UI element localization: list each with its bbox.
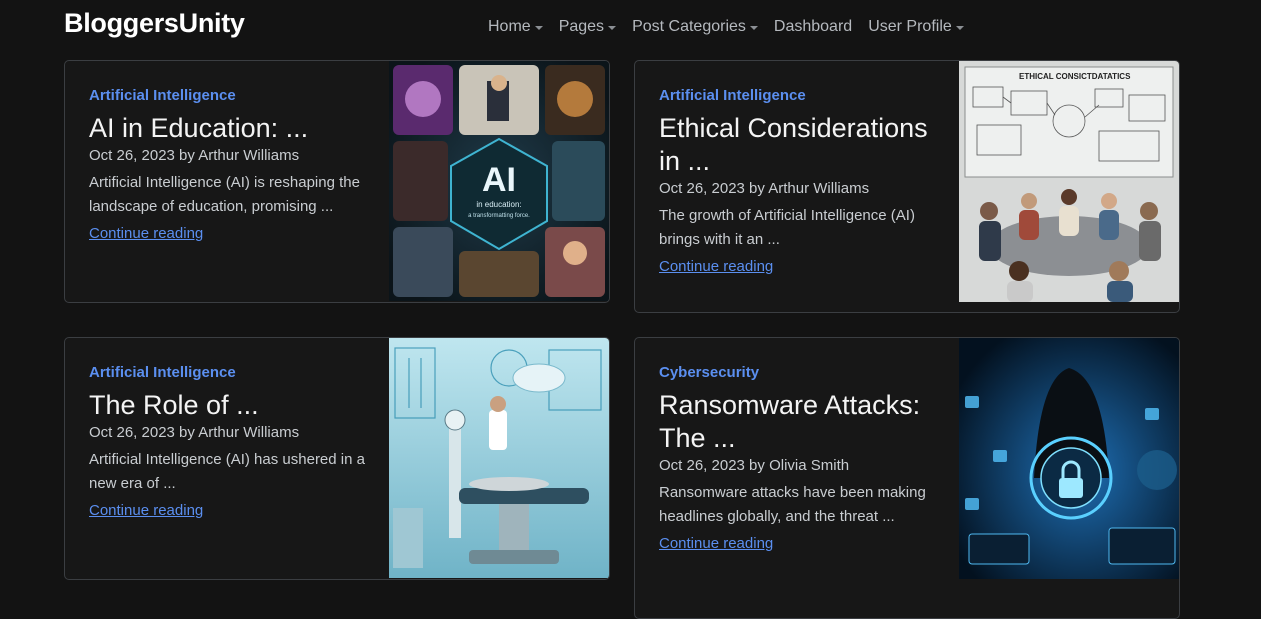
site-brand[interactable]: BloggersUnity [64,8,245,39]
continue-reading-link[interactable]: Continue reading [89,225,203,242]
post-title[interactable]: Ransomware Attacks: The ... [659,389,939,455]
main-nav: Home Pages Post Categories Dashboard Use… [480,16,972,38]
nav-pages-label: Pages [558,18,605,35]
post-excerpt: Ransomware attacks have been making head… [659,484,926,525]
post-category[interactable]: Artificial Intelligence [89,364,369,381]
nav-dashboard-label: Dashboard [773,18,853,35]
post-card-ai-education: Artificial Intelligence AI in Education:… [64,60,610,303]
post-card-ransomware: Cybersecurity Ransomware Attacks: The ..… [634,337,1180,619]
post-thumbnail[interactable] [959,338,1179,579]
post-thumbnail[interactable] [389,338,609,578]
post-title[interactable]: Ethical Considerations in ... [659,112,939,178]
image-subtitle-text: in education: [476,200,521,209]
chevron-down-icon [608,26,617,30]
continue-reading-link[interactable]: Continue reading [659,258,773,275]
nav-post-categories-label: Post Categories [632,18,746,35]
post-category[interactable]: Cybersecurity [659,364,939,381]
post-card-ethical-considerations: Artificial Intelligence Ethical Consider… [634,60,1180,313]
post-excerpt: The growth of Artificial Intelligence (A… [659,207,915,248]
nav-user-profile-label: User Profile [868,18,952,35]
post-meta: Oct 26, 2023 by Arthur Williams [89,424,300,441]
image-ai-text: AI [482,161,516,199]
nav-home-label: Home [488,18,531,35]
post-category[interactable]: Artificial Intelligence [89,87,369,104]
nav-post-categories[interactable]: Post Categories [624,16,766,38]
post-excerpt: Artificial Intelligence (AI) is reshapin… [89,174,360,215]
post-thumbnail[interactable]: AI in education: a transformatting force… [389,61,609,301]
image-board-text: ETHICAL CONSICTDATATICS [1019,72,1131,81]
continue-reading-link[interactable]: Continue reading [89,502,203,519]
nav-dashboard[interactable]: Dashboard [766,16,860,38]
post-category[interactable]: Artificial Intelligence [659,87,939,104]
post-title[interactable]: AI in Education: ... [89,112,369,145]
nav-home[interactable]: Home [480,16,551,38]
nav-user-profile[interactable]: User Profile [860,16,972,38]
image-tagline-text: a transformatting force. [468,213,530,219]
chevron-down-icon [534,26,543,30]
post-meta: Oct 26, 2023 by Arthur Williams [89,147,300,164]
post-meta: Oct 26, 2023 by Arthur Williams [659,180,870,197]
post-excerpt: Artificial Intelligence (AI) has ushered… [89,451,365,492]
continue-reading-link[interactable]: Continue reading [659,535,773,552]
post-thumbnail[interactable]: ETHICAL CONSICTDATATICS [959,61,1179,302]
post-card-role-of-ai: Artificial Intelligence The Role of ... … [64,337,610,580]
chevron-down-icon [749,26,758,30]
post-meta: Oct 26, 2023 by Olivia Smith [659,457,850,474]
chevron-down-icon [955,26,964,30]
nav-pages[interactable]: Pages [551,16,624,38]
post-title[interactable]: The Role of ... [89,389,369,422]
